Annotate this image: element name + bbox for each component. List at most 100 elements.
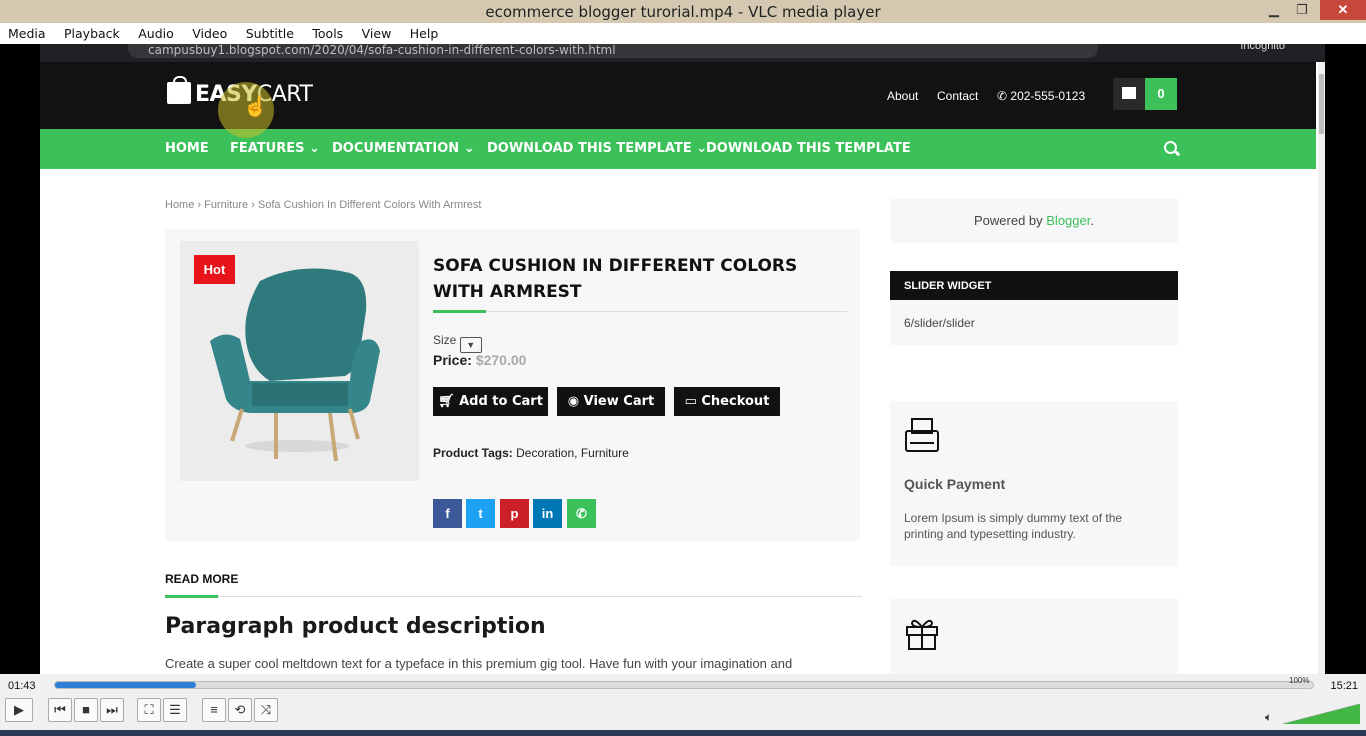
blogger-link[interactable]: Blogger: [1046, 213, 1090, 228]
checkout-button[interactable]: ▭ Checkout: [674, 387, 780, 416]
play-icon[interactable]: ▶: [5, 698, 33, 722]
close-button[interactable]: ✕: [1320, 0, 1366, 20]
breadcrumb: Home › Furniture › Sofa Cushion In Diffe…: [165, 199, 482, 211]
whatsapp-share-icon[interactable]: ✆: [567, 499, 596, 528]
read-more-divider: [165, 595, 862, 598]
size-label: Size: [433, 333, 457, 347]
feature-text: Lorem Ipsum is simply dummy text of the …: [904, 511, 1123, 541]
pinterest-share-icon[interactable]: p: [500, 499, 529, 528]
credit-card-icon: ▭: [684, 394, 702, 409]
twitter-share-icon[interactable]: t: [466, 499, 495, 528]
description-text: Create a super cool meltdown text for a …: [165, 656, 793, 671]
slider-widget-title: SLIDER WIDGET: [890, 271, 1178, 300]
slider-widget-body: 6/slider/slider: [890, 300, 1178, 345]
loop-icon[interactable]: ⟲: [228, 698, 252, 722]
menu-subtitle[interactable]: Subtitle: [238, 23, 300, 41]
gift-feature: [890, 599, 1178, 674]
view-cart-label: View Cart: [583, 394, 655, 409]
search-icon[interactable]: [1164, 141, 1177, 154]
nav-home[interactable]: HOME: [165, 141, 209, 156]
eye-icon: ◉: [567, 394, 584, 409]
hand-cursor-icon: ☝: [243, 96, 268, 118]
shopping-bag-icon: [167, 76, 191, 104]
elapsed-time: 01:43: [8, 680, 36, 692]
cart-count: 0: [1145, 78, 1177, 110]
phone-number: 202-555-0123: [1010, 89, 1086, 103]
video-area[interactable]: campusbuy1.blogspot.com/2020/04/sofa-cus…: [0, 44, 1366, 674]
nav-features[interactable]: FEATURES ⌄: [230, 141, 320, 156]
menu-media[interactable]: Media: [0, 23, 52, 41]
powered-by-box: Powered by Blogger.: [890, 199, 1178, 243]
menu-help[interactable]: Help: [402, 23, 445, 41]
incognito-label: Incognito: [1240, 44, 1285, 52]
browser-frame: campusbuy1.blogspot.com/2020/04/sofa-cus…: [40, 44, 1325, 674]
product-title: SOFA CUSHION IN DIFFERENT COLORS WITH AR…: [433, 256, 798, 302]
payment-terminal-icon: [905, 418, 939, 452]
tags-label: Product Tags:: [433, 446, 513, 460]
view-cart-button[interactable]: ◉ View Cart: [557, 387, 665, 416]
speaker-icon[interactable]: 🔈︎: [1265, 710, 1272, 725]
window-titlebar: ecommerce blogger turorial.mp4 - VLC med…: [0, 0, 1366, 23]
product-tags: Product Tags: Decoration, Furniture: [433, 446, 629, 460]
checkout-label: Checkout: [701, 394, 770, 409]
menu-tools[interactable]: Tools: [304, 23, 349, 41]
scrollbar-thumb[interactable]: [1319, 74, 1324, 134]
price-value: $270.00: [475, 352, 527, 368]
playlist-icon[interactable]: ≡: [202, 698, 226, 722]
extended-settings-icon[interactable]: ☰: [163, 698, 187, 722]
nav-download-dropdown[interactable]: DOWNLOAD THIS TEMPLATE ⌄: [487, 141, 707, 156]
price-label: Price:: [433, 352, 472, 368]
stop-icon[interactable]: ■: [74, 698, 98, 722]
gift-icon: [906, 619, 938, 650]
about-link[interactable]: About: [887, 89, 918, 103]
address-bar: campusbuy1.blogspot.com/2020/04/sofa-cus…: [40, 44, 1325, 62]
contact-link[interactable]: Contact: [937, 89, 978, 103]
url-field[interactable]: campusbuy1.blogspot.com/2020/04/sofa-cus…: [128, 44, 1098, 58]
nav-documentation[interactable]: DOCUMENTATION ⌄: [332, 141, 475, 156]
size-dropdown[interactable]: ▼: [459, 337, 482, 353]
os-taskbar: [0, 730, 1366, 736]
price: Price: $270.00: [433, 352, 526, 368]
page-scrollbar[interactable]: [1318, 62, 1325, 674]
product-image[interactable]: Hot: [180, 241, 419, 481]
seek-progress: [55, 682, 196, 688]
menu-bar: Media Playback Audio Video Subtitle Tool…: [0, 23, 1366, 44]
powered-suffix: .: [1090, 213, 1094, 228]
powered-prefix: Powered by: [974, 213, 1047, 228]
description-heading: Paragraph product description: [165, 614, 546, 639]
quick-payment-feature: Quick Payment Lorem Ipsum is simply dumm…: [890, 401, 1178, 566]
size-selector: Size ▼: [433, 333, 482, 353]
total-time: 15:21: [1330, 680, 1358, 692]
whatsapp-icon: ✆: [997, 89, 1011, 103]
nav-download[interactable]: DOWNLOAD THIS TEMPLATE: [706, 141, 911, 156]
feature-title: Quick Payment: [904, 476, 1006, 492]
cart-button[interactable]: 0: [1113, 78, 1177, 110]
shuffle-icon[interactable]: ⤨: [254, 698, 278, 722]
window-title: ecommerce blogger turorial.mp4 - VLC med…: [485, 3, 881, 21]
cart-bag-icon: [1122, 87, 1136, 99]
add-to-cart-button[interactable]: 🛒︎ Add to Cart: [433, 387, 548, 416]
product-card: Hot SOFA CUSHION IN DIFFERENT COLORS WIT…: [165, 229, 860, 541]
phone-link[interactable]: ✆ 202-555-0123: [997, 89, 1085, 103]
title-divider: [433, 310, 847, 313]
add-to-cart-label: Add to Cart: [459, 394, 543, 409]
facebook-share-icon[interactable]: f: [433, 499, 462, 528]
linkedin-share-icon[interactable]: in: [533, 499, 562, 528]
armchair-image: [210, 268, 380, 462]
menu-video[interactable]: Video: [184, 23, 233, 41]
volume-slider[interactable]: [1283, 704, 1360, 724]
tags-value[interactable]: Decoration, Furniture: [516, 446, 629, 460]
main-nav: HOME FEATURES ⌄ DOCUMENTATION ⌄ DOWNLOAD…: [40, 129, 1316, 169]
fullscreen-icon[interactable]: ⛶: [137, 698, 161, 722]
volume-label: 100%: [1289, 676, 1310, 685]
next-icon[interactable]: ⏭: [100, 698, 124, 722]
menu-audio[interactable]: Audio: [130, 23, 180, 41]
menu-playback[interactable]: Playback: [56, 23, 126, 41]
seek-bar[interactable]: [54, 681, 1314, 689]
read-more-heading: READ MORE: [165, 572, 239, 586]
menu-view[interactable]: View: [354, 23, 398, 41]
maximize-button[interactable]: ❐: [1284, 0, 1320, 20]
cart-icon: 🛒︎: [438, 394, 460, 409]
previous-icon[interactable]: ⏮: [48, 698, 72, 722]
player-controls: 01:43 15:21 ▶ ⏮ ■ ⏭ ⛶ ☰ ≡ ⟲ ⤨ 🔈︎ 100%: [0, 674, 1366, 736]
